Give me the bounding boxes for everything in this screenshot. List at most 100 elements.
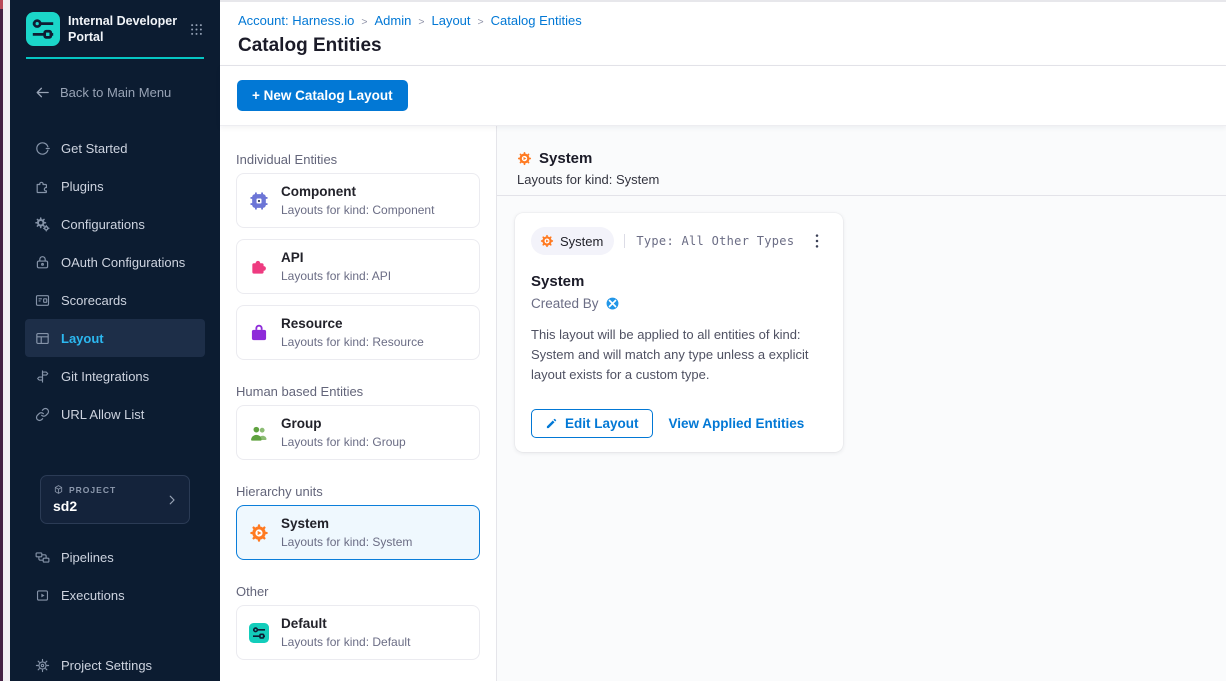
entity-card-system[interactable]: System Layouts for kind: System	[236, 505, 480, 560]
back-label: Back to Main Menu	[60, 85, 171, 100]
breadcrumb-separator: >	[418, 16, 424, 28]
card-actions: Edit Layout View Applied Entities	[531, 409, 827, 438]
section-label-human-based-entities: Human based Entities	[236, 384, 480, 400]
sidebar-item-label: URL Allow List	[61, 407, 144, 422]
page-header: Account: Harness.io>Admin>Layout>Catalog…	[220, 2, 1226, 66]
project-eyebrow: PROJECT	[53, 484, 177, 495]
page-title: Catalog Entities	[238, 35, 1208, 57]
layout-name: System	[531, 273, 827, 290]
edit-layout-label: Edit Layout	[565, 416, 639, 431]
brand-title: Internal Developer Portal	[68, 13, 181, 46]
edit-layout-button[interactable]: Edit Layout	[531, 409, 653, 438]
project-selector[interactable]: PROJECT sd2	[40, 475, 190, 524]
layout-description: This layout will be applied to all entit…	[531, 325, 827, 385]
api-puzzle-icon	[249, 257, 269, 277]
chevron-right-icon	[165, 493, 179, 507]
sidebar-item-plugins[interactable]: Plugins	[25, 167, 205, 205]
sidebar-nav: Get Started Plugins Configurations OAuth…	[10, 129, 220, 433]
entity-card-group[interactable]: Group Layouts for kind: Group	[236, 405, 480, 460]
entity-card-resource[interactable]: Resource Layouts for kind: Resource	[236, 305, 480, 360]
section-label-hierarchy-units: Hierarchy units	[236, 484, 480, 500]
detail-panel: System Layouts for kind: System System T…	[497, 126, 1226, 681]
app-window: Internal Developer Portal Back to Main M…	[0, 0, 1226, 681]
sidebar-item-label: Git Integrations	[61, 369, 149, 384]
card-menu-button[interactable]	[807, 231, 827, 251]
kebab-menu-icon	[807, 231, 827, 251]
breadcrumb-catalog-entities[interactable]: Catalog Entities	[491, 13, 582, 28]
sidebar-item-label: Configurations	[61, 217, 145, 232]
component-chip-icon	[249, 191, 269, 211]
entity-card-subtitle: Layouts for kind: API	[281, 269, 391, 283]
breadcrumb-account[interactable]: Account: Harness.io	[238, 13, 354, 28]
entity-card-component[interactable]: Component Layouts for kind: Component	[236, 173, 480, 228]
sidebar-item-get-started[interactable]: Get Started	[25, 129, 205, 167]
sidebar-item-oauth-configurations[interactable]: OAuth Configurations	[25, 243, 205, 281]
detail-header: System Layouts for kind: System	[497, 126, 1226, 196]
plugins-puzzle-icon	[34, 178, 51, 195]
window-edge-strip	[0, 0, 3, 681]
sidebar-item-git-integrations[interactable]: Git Integrations	[25, 357, 205, 395]
sidebar-item-pipelines[interactable]: Pipelines	[25, 538, 205, 576]
entity-panel: Individual Entities Component Layouts fo…	[220, 126, 497, 681]
entity-card-title: API	[281, 250, 391, 266]
sidebar-item-executions[interactable]: Executions	[25, 576, 205, 614]
executions-play-icon	[34, 587, 51, 604]
link-icon	[34, 406, 51, 423]
entity-card-api[interactable]: API Layouts for kind: API	[236, 239, 480, 294]
arrow-left-icon	[34, 84, 51, 101]
entity-card-title: Component	[281, 184, 434, 200]
entity-card-subtitle: Layouts for kind: System	[281, 535, 412, 549]
breadcrumb: Account: Harness.io>Admin>Layout>Catalog…	[238, 12, 1208, 30]
detail-subtitle: Layouts for kind: System	[517, 172, 1206, 187]
created-by-row: Created By	[531, 296, 827, 311]
entity-card-subtitle: Layouts for kind: Component	[281, 203, 434, 217]
sidebar-item-label: Executions	[61, 588, 125, 603]
breadcrumb-layout[interactable]: Layout	[431, 13, 470, 28]
entity-card-default[interactable]: Default Layouts for kind: Default	[236, 605, 480, 660]
get-started-icon	[34, 140, 51, 157]
sidebar: Internal Developer Portal Back to Main M…	[10, 0, 220, 681]
system-gear-icon	[517, 151, 532, 166]
sidebar-item-label: Pipelines	[61, 550, 114, 565]
settings-gear-icon	[34, 657, 51, 674]
breadcrumb-admin[interactable]: Admin	[374, 13, 411, 28]
sidebar-item-url-allow-list[interactable]: URL Allow List	[25, 395, 205, 433]
kind-badge-label: System	[560, 234, 603, 249]
new-catalog-layout-button[interactable]: + New Catalog Layout	[237, 80, 408, 111]
sidebar-item-scorecards[interactable]: Scorecards	[25, 281, 205, 319]
default-circuit-icon	[249, 623, 269, 643]
sidebar-item-project-settings[interactable]: Project Settings	[25, 646, 205, 681]
layout-card-system: System Type: All Other Types System Crea…	[515, 213, 843, 452]
entity-card-subtitle: Layouts for kind: Default	[281, 635, 410, 649]
project-cube-icon	[53, 484, 64, 495]
sidebar-item-layout[interactable]: Layout	[25, 319, 205, 357]
breadcrumb-separator: >	[478, 16, 484, 28]
type-label: Type: All Other Types	[624, 234, 794, 248]
entity-card-title: Resource	[281, 316, 424, 332]
pencil-icon	[545, 417, 558, 430]
view-applied-entities-link[interactable]: View Applied Entities	[669, 416, 805, 431]
kind-badge: System	[531, 227, 614, 255]
back-to-main-menu[interactable]: Back to Main Menu	[26, 84, 204, 101]
group-people-icon	[249, 423, 269, 443]
entity-card-subtitle: Layouts for kind: Resource	[281, 335, 424, 349]
sidebar-item-configurations[interactable]: Configurations	[25, 205, 205, 243]
resource-briefcase-icon	[249, 323, 269, 343]
grid-apps-icon[interactable]	[189, 22, 204, 37]
system-gear-icon	[540, 234, 554, 248]
sidebar-item-label: Layout	[61, 331, 104, 346]
scorecards-icon	[34, 292, 51, 309]
toolbar: + New Catalog Layout	[220, 66, 1226, 126]
project-name: sd2	[53, 498, 177, 514]
entity-card-title: System	[281, 516, 412, 532]
system-gear-icon	[249, 523, 269, 543]
sidebar-item-label: Plugins	[61, 179, 104, 194]
sidebar-item-label: OAuth Configurations	[61, 255, 185, 270]
sidebar-item-label: Project Settings	[61, 658, 152, 673]
entity-card-title: Group	[281, 416, 406, 432]
section-label-other: Other	[236, 584, 480, 600]
configurations-gears-icon	[34, 216, 51, 233]
entity-card-title: Default	[281, 616, 410, 632]
sidebar-project-nav: Pipelines Executions	[10, 538, 220, 614]
harness-user-icon	[605, 296, 620, 311]
